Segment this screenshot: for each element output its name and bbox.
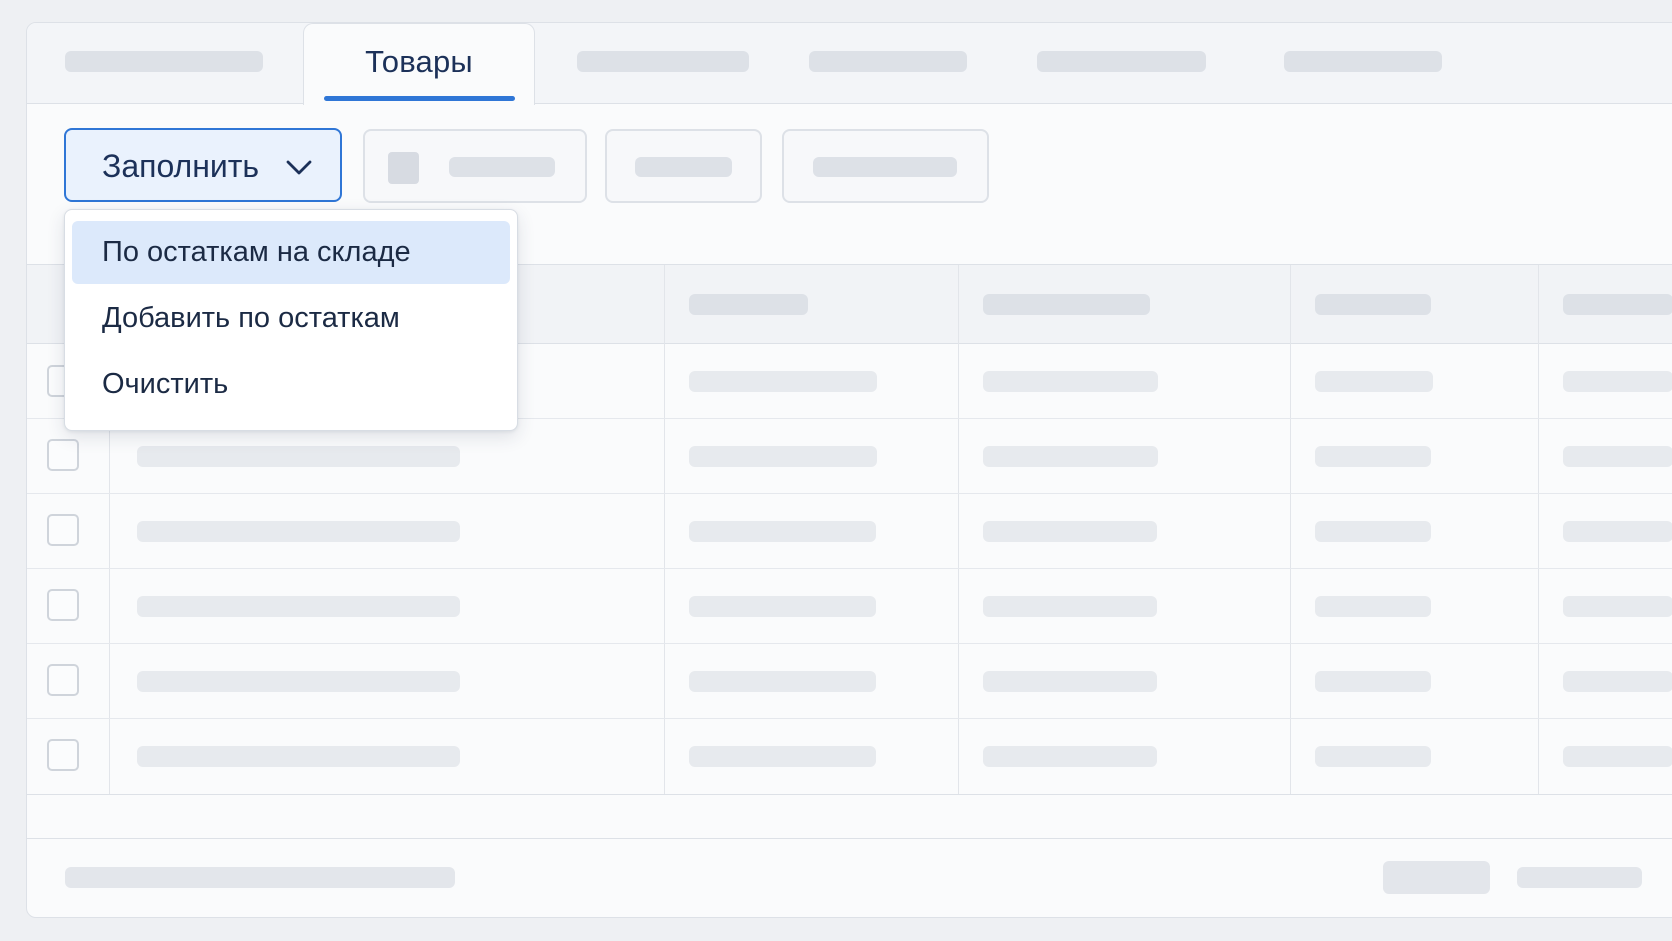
column-header [1563, 294, 1672, 315]
table-cell [983, 671, 1157, 692]
table-row[interactable] [27, 494, 1672, 569]
tab-label-placeholder [1284, 51, 1442, 72]
tab-products-label: Товары [365, 44, 473, 79]
table-cell [137, 521, 460, 542]
table-cell [1563, 596, 1672, 617]
table-row[interactable] [27, 644, 1672, 719]
table-cell [689, 371, 877, 392]
menu-item-add-by-stock[interactable]: Добавить по остаткам [72, 287, 510, 350]
table-cell [1315, 746, 1431, 767]
toolbar-button-4[interactable] [782, 129, 989, 203]
table-row[interactable] [27, 569, 1672, 644]
tab-5[interactable] [999, 23, 1247, 104]
table-cell [1563, 521, 1672, 542]
table-cell [137, 746, 460, 767]
tab-bar: Товары [27, 23, 1672, 105]
row-checkbox[interactable] [47, 514, 79, 546]
table-cell [1315, 671, 1431, 692]
row-checkbox[interactable] [47, 439, 79, 471]
button-label-placeholder [449, 157, 555, 177]
table-cell [1563, 746, 1672, 767]
table-cell [689, 521, 876, 542]
table-cell [1563, 671, 1672, 692]
footer-divider [27, 838, 1672, 839]
table-cell [1563, 371, 1672, 392]
menu-item-by-stock[interactable]: По остаткам на складе [72, 221, 510, 284]
row-checkbox[interactable] [47, 589, 79, 621]
table-cell [689, 671, 876, 692]
table-cell [983, 596, 1157, 617]
fill-button-label: Заполнить [102, 148, 260, 184]
column-header [689, 294, 808, 315]
table-cell [1315, 371, 1433, 392]
button-label-placeholder [635, 157, 732, 177]
table-cell [1315, 446, 1431, 467]
tab-label-placeholder [809, 51, 967, 72]
table-cell [137, 596, 460, 617]
table-cell [689, 446, 877, 467]
menu-item-clear[interactable]: Очистить [72, 353, 510, 416]
toolbar-button-2[interactable] [363, 129, 587, 203]
footer-summary-placeholder [65, 867, 455, 888]
table-cell [1315, 521, 1431, 542]
active-tab-indicator [324, 96, 515, 101]
fill-dropdown-menu: По остаткам на складе Добавить по остатк… [64, 209, 518, 431]
chevron-down-icon [286, 160, 312, 175]
table-cell [689, 596, 876, 617]
row-checkbox[interactable] [47, 664, 79, 696]
table-row[interactable] [27, 719, 1672, 794]
tab-6[interactable] [1247, 23, 1479, 104]
table-cell [983, 446, 1158, 467]
table-cell [983, 746, 1157, 767]
tab-4[interactable] [767, 23, 999, 104]
tab-1[interactable] [27, 23, 303, 104]
table-cell [689, 746, 876, 767]
row-checkbox[interactable] [47, 739, 79, 771]
tab-label-placeholder [65, 51, 263, 72]
column-header [1315, 294, 1431, 315]
toolbar-button-3[interactable] [605, 129, 762, 203]
fill-button[interactable]: Заполнить [64, 128, 342, 202]
tab-3[interactable] [535, 23, 767, 104]
tab-label-placeholder [577, 51, 749, 72]
button-label-placeholder [813, 157, 957, 177]
column-header [983, 294, 1150, 315]
table-cell [137, 671, 460, 692]
table-cell [983, 371, 1158, 392]
tab-products[interactable]: Товары [303, 23, 535, 105]
table-cell [137, 446, 460, 467]
tab-label-placeholder [1037, 51, 1206, 72]
footer-button[interactable] [1383, 861, 1490, 894]
table-cell [983, 521, 1157, 542]
table-cell [1563, 446, 1672, 467]
table-cell [1315, 596, 1431, 617]
button-icon [388, 152, 419, 184]
footer-label-placeholder [1517, 867, 1642, 888]
